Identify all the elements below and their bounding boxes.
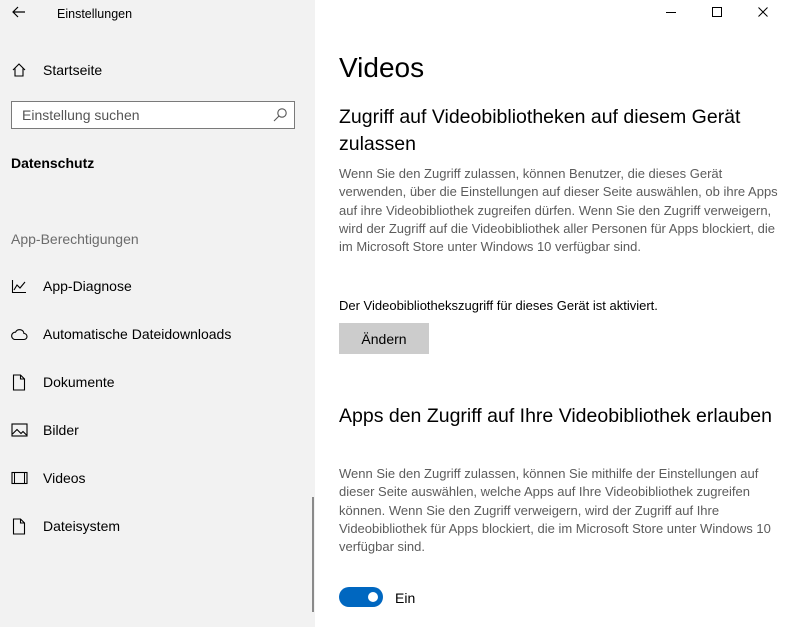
sidebar-item-label: Dokumente [43, 374, 115, 390]
change-button[interactable]: Ändern [339, 323, 429, 354]
video-icon [10, 469, 28, 487]
sidebar-item-dateisystem[interactable]: Dateisystem [0, 506, 315, 546]
sidebar-item-dokumente[interactable]: Dokumente [0, 362, 315, 402]
minimize-button[interactable] [648, 0, 694, 28]
sidebar-item-videos[interactable]: Videos [0, 458, 315, 498]
sidebar-item-app-diagnose[interactable]: App-Diagnose [0, 266, 315, 306]
sidebar-item-dateidownloads[interactable]: Automatische Dateidownloads [0, 314, 315, 354]
window-title: Einstellungen [57, 7, 133, 21]
search-field[interactable] [11, 101, 295, 129]
back-arrow-icon [12, 5, 26, 23]
image-icon [10, 421, 28, 439]
section-description-app-access: Wenn Sie den Zugriff zulassen, können Si… [339, 466, 771, 555]
toggle-state-label: Ein [395, 590, 416, 606]
chart-icon [10, 277, 28, 295]
sidebar-item-bilder[interactable]: Bilder [0, 410, 315, 450]
section-description-device-access: Wenn Sie den Zugriff zulassen, können Be… [339, 166, 778, 255]
home-icon [10, 61, 28, 79]
sidebar-item-label: Bilder [43, 422, 79, 438]
sidebar: Einstellungen Startseite Datenschutz App… [0, 0, 315, 627]
cloud-icon [10, 325, 28, 343]
section-heading-app-access: Apps den Zugriff auf Ihre Videobibliothe… [339, 405, 772, 427]
app-access-toggle[interactable] [339, 587, 383, 607]
back-button[interactable] [4, 0, 34, 28]
maximize-icon [711, 5, 723, 23]
maximize-button[interactable] [694, 0, 740, 28]
close-icon [757, 5, 769, 23]
search-icon[interactable] [272, 107, 288, 123]
file-icon [10, 517, 28, 535]
section-title: Datenschutz [11, 155, 95, 171]
sidebar-item-label: Videos [43, 470, 86, 486]
search-input[interactable] [22, 105, 262, 125]
toggle-knob [368, 592, 378, 602]
device-access-status: Der Videobibliothekszugriff für dieses G… [339, 298, 658, 313]
document-icon [10, 373, 28, 391]
close-button[interactable] [740, 0, 786, 28]
sidebar-item-label: App-Diagnose [43, 278, 132, 294]
sidebar-item-label: Dateisystem [43, 518, 121, 534]
sidebar-item-label: Startseite [43, 62, 103, 78]
sidebar-item-label: Automatische Dateidownloads [43, 326, 232, 342]
group-title: App-Berechtigungen [11, 231, 139, 247]
page-title: Videos [339, 52, 425, 83]
sidebar-item-home[interactable]: Startseite [0, 50, 315, 90]
minimize-icon [665, 5, 677, 23]
window-controls [648, 0, 786, 28]
sidebar-scrollbar[interactable] [312, 497, 314, 612]
section-heading-device-access: Zugriff auf Videobibliotheken auf diesem… [339, 106, 741, 155]
